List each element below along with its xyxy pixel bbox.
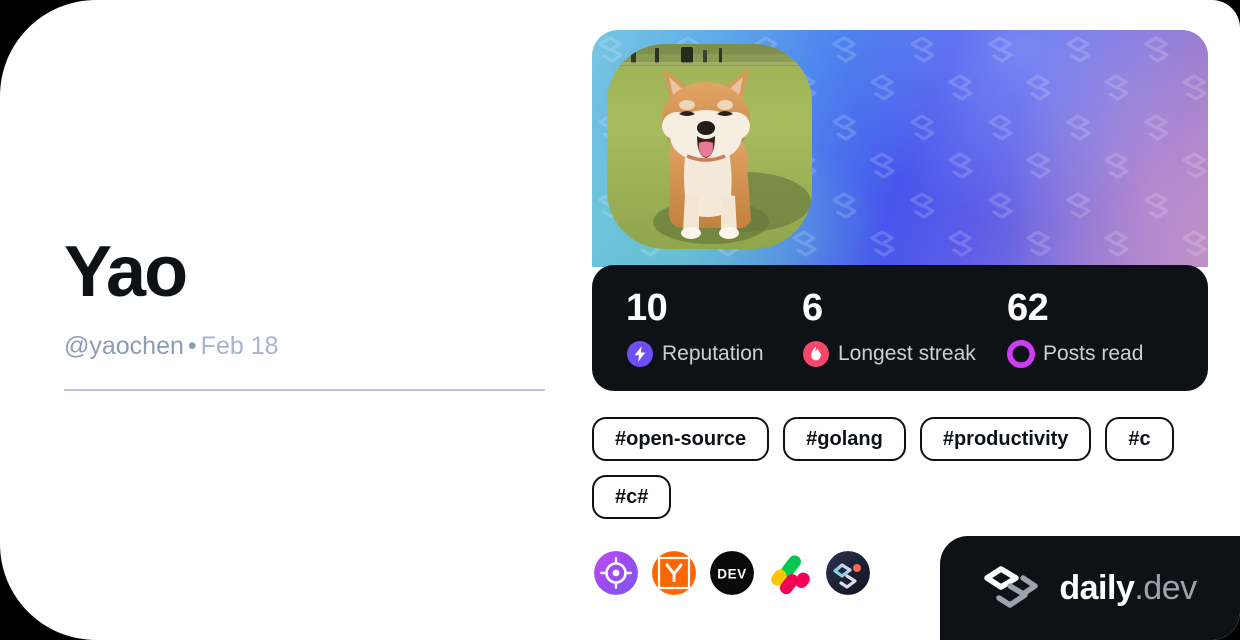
profile-username: @yaochen [64, 332, 184, 360]
brand-wordmark: daily.dev [1059, 569, 1197, 607]
source-icon-devto[interactable]: DEV [710, 551, 754, 595]
stat-posts-read-label: Posts read [1043, 341, 1144, 365]
brand-tld: .dev [1134, 569, 1197, 607]
dailydev-brand-badge: daily.dev [940, 536, 1240, 640]
brand-name: daily [1059, 569, 1135, 607]
stat-longest-streak-label: Longest streak [838, 341, 976, 365]
stat-reputation-value: 10 [626, 286, 668, 329]
svg-text:DEV: DEV [717, 567, 747, 582]
tag-chip[interactable]: #c# [592, 475, 672, 519]
reputation-bolt-icon [627, 340, 653, 367]
stat-longest-streak-value: 6 [802, 286, 823, 329]
stat-posts-read-value: 62 [1007, 286, 1049, 329]
profile-meta: @yaochen • Feb 18 [64, 332, 279, 361]
stat-posts-read: 62 Posts read [1007, 289, 1197, 368]
tag-chip[interactable]: #open-source [592, 417, 770, 461]
cover-image [592, 30, 1208, 267]
section-divider [64, 389, 545, 391]
profile-left-panel: Yao @yaochen • Feb 18 [64, 0, 554, 640]
tag-chip[interactable]: #golang [783, 417, 906, 461]
meta-separator: • [187, 332, 197, 360]
stat-reputation: 10 Reputation [626, 289, 802, 368]
streak-flame-icon [803, 340, 829, 367]
profile-joined-date: Feb 18 [200, 332, 279, 360]
dailydev-logo-icon [984, 566, 1039, 608]
source-icon-hackernews[interactable] [652, 551, 696, 595]
stat-reputation-label: Reputation [662, 341, 764, 365]
tag-list: #open-source #golang #productivity #c #c… [592, 417, 1208, 519]
profile-right-panel: 10 Reputation 6 Longest streak 62 Posts … [592, 30, 1208, 595]
posts-read-ring-icon [1007, 339, 1035, 368]
avatar [607, 44, 812, 249]
tag-chip[interactable]: #productivity [919, 417, 1092, 461]
source-icon-target[interactable] [594, 551, 638, 595]
source-icon-dailydev[interactable] [826, 551, 870, 595]
stats-bar: 10 Reputation 6 Longest streak 62 Posts … [592, 265, 1208, 391]
profile-card: Yao @yaochen • Feb 18 10 Reputation 6 Lo… [0, 0, 1240, 640]
stat-longest-streak: 6 Longest streak [802, 289, 1007, 368]
source-icon-kotlin[interactable] [768, 551, 812, 595]
page-title: Yao [64, 232, 188, 312]
tag-chip[interactable]: #c [1105, 417, 1174, 461]
